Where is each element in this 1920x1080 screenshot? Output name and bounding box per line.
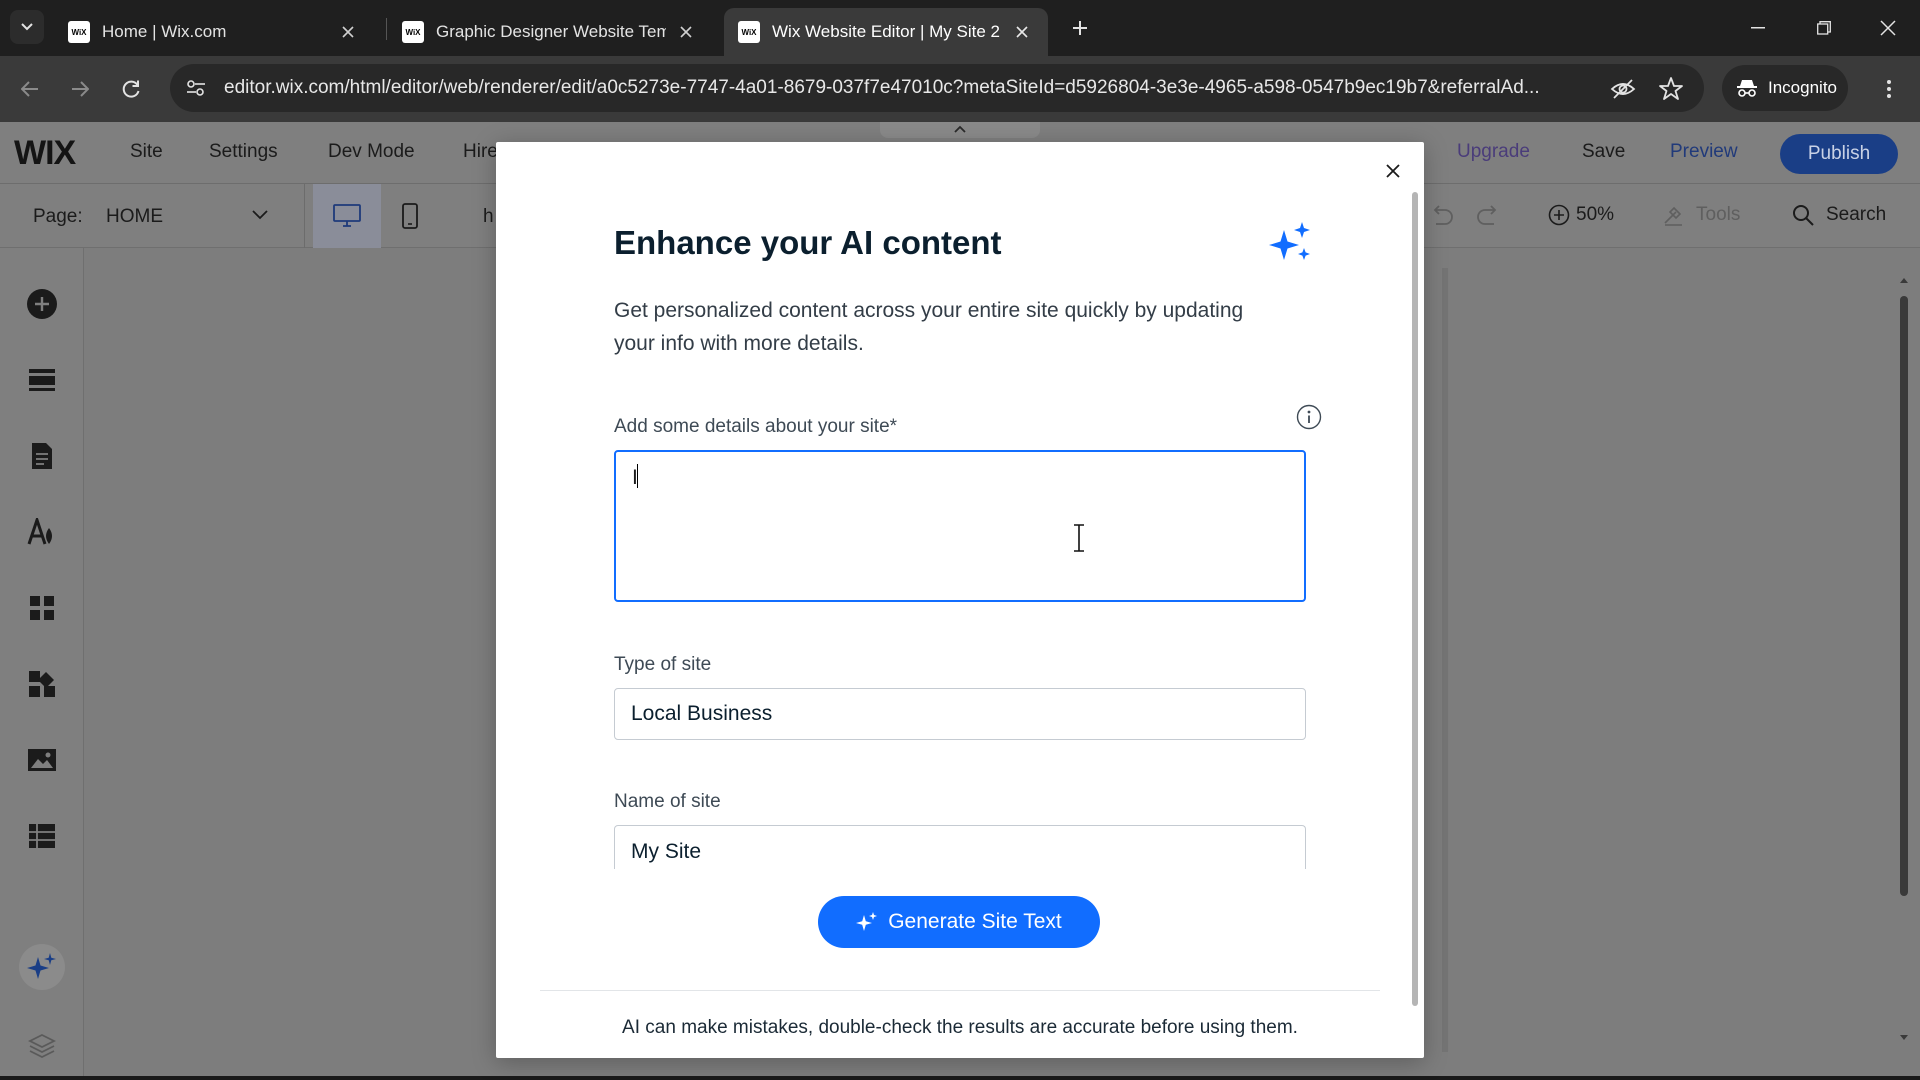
incognito-icon [1736, 78, 1758, 98]
restore-icon[interactable] [1804, 8, 1844, 48]
info-icon[interactable] [1296, 404, 1322, 430]
back-icon[interactable] [12, 71, 48, 107]
tab-title: Graphic Designer Website Temp [436, 22, 666, 41]
menu-settings[interactable]: Settings [209, 141, 278, 163]
business-apps-icon[interactable] [22, 664, 62, 704]
type-of-site-label: Type of site [614, 654, 712, 675]
generate-site-text-button[interactable]: Generate Site Text [818, 896, 1100, 948]
cms-icon[interactable] [22, 816, 62, 856]
text-caret [637, 464, 638, 488]
media-icon[interactable] [22, 740, 62, 780]
reload-icon[interactable] [113, 71, 149, 107]
divider [304, 184, 305, 248]
redo-icon[interactable] [1476, 204, 1502, 228]
more-vert-icon[interactable] [1874, 73, 1904, 105]
search-icon [1793, 205, 1814, 226]
canvas-scrollbar[interactable] [1898, 276, 1910, 1046]
left-tool-rail [0, 248, 84, 1076]
tab-separator [386, 18, 387, 40]
menu-hire[interactable]: Hire [463, 141, 498, 163]
tools-label: Tools [1696, 204, 1741, 225]
zoom-in-icon [1548, 204, 1570, 226]
new-tab-icon[interactable] [1066, 14, 1094, 42]
address-bar[interactable]: editor.wix.com/html/editor/web/renderer/… [170, 64, 1704, 112]
preview-button[interactable]: Preview [1670, 141, 1738, 163]
undo-icon[interactable] [1428, 204, 1454, 228]
layers-icon[interactable] [22, 1026, 62, 1066]
divider [540, 990, 1380, 991]
tab-wix-editor[interactable]: WiX Wix Website Editor | My Site 2 [724, 8, 1048, 56]
incognito-indicator[interactable]: Incognito [1722, 65, 1848, 111]
close-icon[interactable] [336, 20, 360, 44]
design-icon[interactable] [22, 512, 62, 552]
forward-icon[interactable] [62, 71, 98, 107]
tools-button[interactable]: Tools [1662, 204, 1740, 226]
menu-dev-mode[interactable]: Dev Mode [328, 141, 415, 163]
wix-favicon: WiX [68, 21, 90, 43]
minimize-icon[interactable] [1738, 8, 1778, 48]
generate-button-label: Generate Site Text [888, 910, 1062, 933]
close-icon[interactable] [1378, 156, 1408, 186]
chevron-down-icon[interactable] [252, 210, 268, 220]
save-button[interactable]: Save [1582, 141, 1625, 163]
eye-off-icon[interactable] [1610, 76, 1636, 102]
incognito-label: Incognito [1768, 78, 1837, 97]
dialog-scrollbar[interactable] [1412, 192, 1418, 1006]
desktop-view-icon[interactable] [313, 184, 381, 248]
enhance-ai-content-dialog: Enhance your AI content Get personalized… [496, 142, 1424, 1058]
apps-icon[interactable] [22, 588, 62, 628]
sparkle-icon [1266, 222, 1318, 264]
scroll-up-icon[interactable] [1899, 276, 1909, 286]
url-text: editor.wix.com/html/editor/web/renderer/… [224, 77, 1540, 98]
wix-logo: WIX [14, 134, 76, 172]
ai-disclaimer: AI can make mistakes, double-check the r… [622, 1017, 1298, 1038]
site-info-icon[interactable] [176, 68, 216, 108]
page-label: Page: [33, 206, 83, 227]
truncated-toolbar-text: h [483, 206, 494, 227]
window-close-icon[interactable] [1868, 8, 1908, 48]
scrollbar-thumb[interactable] [1900, 296, 1908, 896]
browser-toolbar: editor.wix.com/html/editor/web/renderer/… [0, 56, 1920, 122]
ai-sparkle-icon[interactable] [19, 944, 65, 990]
tab-graphic-designer[interactable]: WiX Graphic Designer Website Temp [388, 8, 712, 56]
tab-home-wix[interactable]: WiX Home | Wix.com [54, 8, 374, 56]
browser-tab-strip: WiX Home | Wix.com WiX Graphic Designer … [0, 0, 1920, 56]
wix-favicon: WiX [402, 21, 424, 43]
add-icon[interactable] [22, 284, 62, 324]
name-of-site-input[interactable]: My Site [614, 825, 1306, 873]
bottom-border [0, 1076, 1920, 1080]
sparkle-icon [856, 911, 878, 933]
page-selector[interactable]: HOME [106, 206, 163, 228]
name-of-site-label: Name of site [614, 791, 721, 812]
wix-favicon: WiX [738, 21, 760, 43]
close-icon[interactable] [1010, 20, 1034, 44]
details-textarea[interactable]: I [614, 450, 1306, 602]
text-cursor-icon [1072, 524, 1086, 552]
scroll-fade [596, 869, 1336, 885]
upgrade-link[interactable]: Upgrade [1457, 141, 1530, 163]
scroll-down-icon[interactable] [1899, 1034, 1909, 1044]
details-label: Add some details about your site* [614, 416, 898, 437]
type-of-site-input[interactable]: Local Business [614, 688, 1306, 740]
pages-icon[interactable] [22, 436, 62, 476]
dialog-description: Get personalized content across your ent… [614, 299, 1244, 355]
menu-site[interactable]: Site [130, 141, 163, 163]
collapse-topbar-handle[interactable] [880, 122, 1040, 138]
tab-title: Wix Website Editor | My Site 2 [772, 22, 1000, 41]
star-icon[interactable] [1658, 76, 1684, 102]
sections-icon[interactable] [22, 360, 62, 400]
close-icon[interactable] [674, 20, 698, 44]
search-label: Search [1826, 204, 1887, 225]
zoom-control[interactable]: 50% [1548, 204, 1614, 226]
editor-search-button[interactable]: Search [1792, 204, 1886, 226]
zoom-value: 50% [1576, 204, 1615, 225]
mobile-view-icon[interactable] [388, 184, 432, 248]
dialog-title: Enhance your AI content [614, 224, 1002, 261]
publish-button[interactable]: Publish [1780, 134, 1898, 174]
tab-title: Home | Wix.com [102, 22, 227, 41]
tab-search-icon[interactable] [10, 10, 44, 44]
tools-icon [1664, 206, 1682, 226]
